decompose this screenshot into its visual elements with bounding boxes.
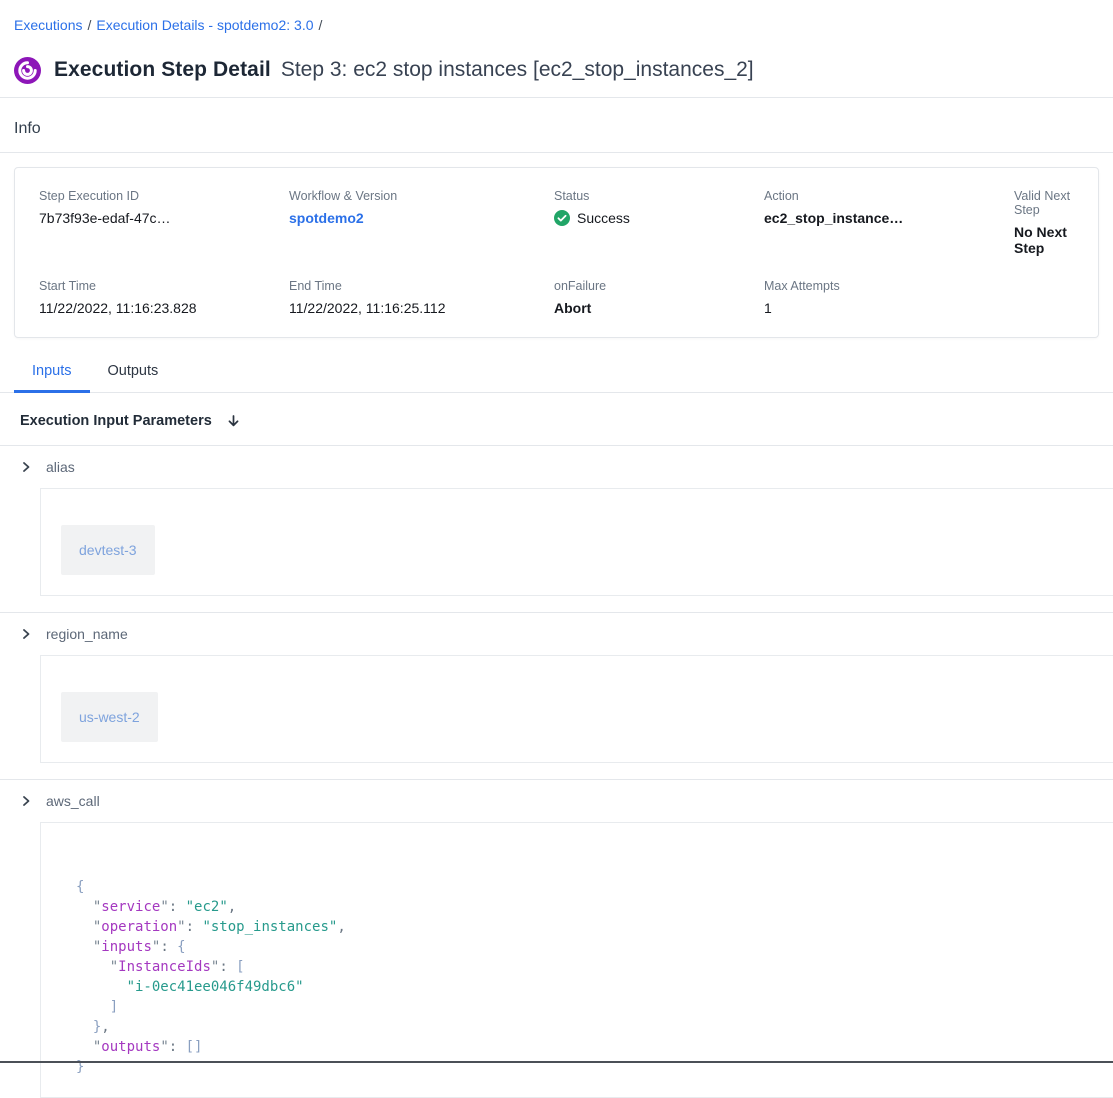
field-value: 11/22/2022, 11:16:23.828 <box>39 300 289 316</box>
divider <box>0 152 1113 153</box>
field-label: End Time <box>289 279 554 293</box>
field-label: Valid Next Step <box>1014 189 1074 217</box>
field-label: Step Execution ID <box>39 189 289 203</box>
json-code: { "service": "ec2", "operation": "stop_i… <box>41 823 1113 1097</box>
breadcrumb-separator: / <box>314 17 328 33</box>
field-value: ec2_stop_instance… <box>764 210 1014 226</box>
field-value: 11/22/2022, 11:16:25.112 <box>289 300 554 316</box>
field-action: Action ec2_stop_instance… <box>764 189 1014 256</box>
info-heading: Info <box>14 120 1113 139</box>
info-card: Step Execution ID 7b73f93e-edaf-47c… Wor… <box>14 167 1099 338</box>
section-panel: { "service": "ec2", "operation": "stop_i… <box>40 822 1113 1098</box>
params-heading: Execution Input Parameters <box>20 413 212 429</box>
tabs-bar: Inputs Outputs <box>0 354 1113 393</box>
divider <box>0 97 1113 98</box>
field-label: Status <box>554 189 764 203</box>
breadcrumb-link-execution-details[interactable]: Execution Details - spotdemo2: 3.0 <box>96 17 313 33</box>
status-text: Success <box>577 210 630 226</box>
field-empty <box>1014 279 1074 316</box>
field-value: 7b73f93e-edaf-47c… <box>39 210 289 226</box>
page-title: Execution Step Detail <box>54 58 271 82</box>
page-header: Execution Step Detail Step 3: ec2 stop i… <box>14 54 1113 86</box>
chevron-right-icon[interactable] <box>20 795 32 807</box>
section-name: aws_call <box>46 793 100 809</box>
download-icon[interactable] <box>226 414 241 429</box>
workflow-link[interactable]: spotdemo2 <box>289 210 554 226</box>
section-toggle-aws-call[interactable]: aws_call <box>0 780 1113 822</box>
field-status: Status Success <box>554 189 764 256</box>
param-section-alias: alias devtest-3 <box>0 446 1113 596</box>
field-max-attempts: Max Attempts 1 <box>764 279 1014 316</box>
field-start-time: Start Time 11/22/2022, 11:16:23.828 <box>39 279 289 316</box>
field-step-execution-id: Step Execution ID 7b73f93e-edaf-47c… <box>39 189 289 256</box>
section-panel: us-west-2 <box>40 655 1113 763</box>
field-label: Action <box>764 189 1014 203</box>
section-name: alias <box>46 459 75 475</box>
info-row: Start Time 11/22/2022, 11:16:23.828 End … <box>39 279 1074 316</box>
field-onfailure: onFailure Abort <box>554 279 764 316</box>
field-label: Max Attempts <box>764 279 1014 293</box>
field-label: Workflow & Version <box>289 189 554 203</box>
info-row: Step Execution ID 7b73f93e-edaf-47c… Wor… <box>39 189 1074 256</box>
alias-value-chip: devtest-3 <box>61 525 155 575</box>
status-badge: Success <box>554 210 764 226</box>
tab-inputs[interactable]: Inputs <box>14 354 90 393</box>
region-value-chip: us-west-2 <box>61 692 158 742</box>
field-workflow-version: Workflow & Version spotdemo2 <box>289 189 554 256</box>
page-subtitle: Step 3: ec2 stop instances [ec2_stop_ins… <box>281 58 754 82</box>
param-section-region-name: region_name us-west-2 <box>0 612 1113 763</box>
field-label: onFailure <box>554 279 764 293</box>
section-toggle-alias[interactable]: alias <box>0 446 1113 488</box>
breadcrumb-link-executions[interactable]: Executions <box>14 17 82 33</box>
field-end-time: End Time 11/22/2022, 11:16:25.112 <box>289 279 554 316</box>
field-valid-next-step: Valid Next Step No Next Step <box>1014 189 1074 256</box>
field-value: No Next Step <box>1014 224 1074 256</box>
success-check-icon <box>554 210 570 226</box>
chevron-right-icon[interactable] <box>20 461 32 473</box>
section-panel: devtest-3 <box>40 488 1113 596</box>
app-logo-icon <box>14 57 41 84</box>
field-value: Abort <box>554 300 764 316</box>
breadcrumb: Executions / Execution Details - spotdem… <box>14 16 1113 34</box>
field-value: 1 <box>764 300 1014 316</box>
field-label: Start Time <box>39 279 289 293</box>
section-toggle-region-name[interactable]: region_name <box>0 613 1113 655</box>
params-heading-row: Execution Input Parameters <box>0 413 1113 446</box>
param-section-aws-call: aws_call { "service": "ec2", "operation"… <box>0 779 1113 1098</box>
breadcrumb-separator: / <box>82 17 96 33</box>
tab-outputs[interactable]: Outputs <box>90 354 177 393</box>
page-bottom-edge <box>0 1061 1113 1063</box>
chevron-right-icon[interactable] <box>20 628 32 640</box>
section-name: region_name <box>46 626 128 642</box>
